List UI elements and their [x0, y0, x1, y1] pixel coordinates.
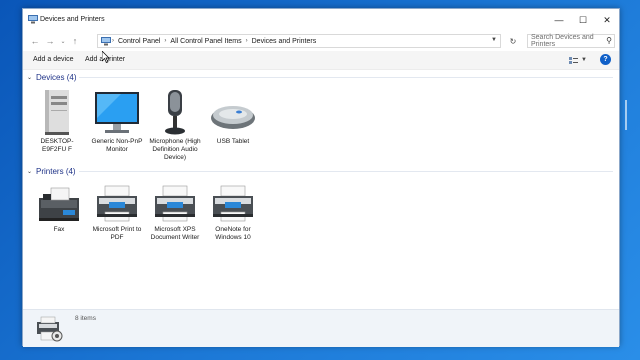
device-item[interactable]: DESKTOP-E9F2FU F — [29, 88, 85, 154]
search-icon: ⚲ — [606, 36, 612, 45]
printer-label: Microsoft XPS Document Writer — [150, 226, 200, 241]
help-icon: ? — [603, 56, 608, 63]
command-bar: Add a device Add a printer ▼ ? — [23, 51, 619, 70]
desktop-edge — [625, 100, 627, 130]
group-divider — [79, 171, 613, 172]
devices-group-header[interactable]: ⌄ Devices (4) — [27, 72, 76, 82]
item-count: 8 items — [75, 315, 96, 322]
view-icon — [569, 56, 578, 64]
group-divider — [79, 77, 613, 78]
device-label: DESKTOP-E9F2FU F — [40, 138, 74, 153]
printer-icon — [155, 185, 195, 222]
device-label: USB Tablet — [216, 138, 250, 145]
address-bar[interactable]: › Control Panel › All Control Panel Item… — [97, 34, 501, 48]
printer-label: Fax — [53, 226, 65, 233]
mouse-icon — [211, 106, 255, 129]
content-area: ⌄ Devices (4) DESKTOP-E9F2FU F Generic N… — [23, 70, 619, 308]
devices-printers-icon — [37, 316, 63, 342]
refresh-button[interactable]: ↻ — [506, 34, 520, 48]
search-input[interactable]: Search Devices and Printers ⚲ — [527, 34, 615, 48]
minimize-button[interactable]: — — [547, 9, 571, 31]
chevron-down-icon: ▼ — [581, 57, 587, 63]
printers-group-header[interactable]: ⌄ Printers (4) — [27, 166, 76, 176]
title-bar: Devices and Printers — ☐ ✕ — [23, 9, 619, 31]
help-button[interactable]: ? — [600, 54, 611, 65]
maximize-button[interactable]: ☐ — [571, 9, 595, 31]
computer-tower-icon — [45, 90, 69, 135]
device-label: Microphone (High Definition Audio Device… — [149, 138, 201, 161]
window-title: Devices and Printers — [40, 16, 105, 23]
search-placeholder: Search Devices and Printers — [531, 34, 594, 48]
device-item[interactable]: USB Tablet — [205, 88, 261, 146]
details-pane: 8 items — [23, 309, 619, 347]
back-button[interactable]: ← — [29, 35, 41, 47]
printer-item[interactable]: Microsoft XPS Document Writer — [147, 184, 203, 242]
breadcrumb-all-items[interactable]: All Control Panel Items — [167, 38, 244, 45]
fax-icon — [39, 187, 79, 221]
control-panel-icon — [28, 15, 38, 24]
monitor-icon — [95, 92, 139, 133]
navigation-bar: ← → ⌄ ↑ › Control Panel › All Control Pa… — [23, 31, 619, 51]
printer-item[interactable]: Microsoft Print to PDF — [89, 184, 145, 242]
chevron-down-icon: ⌄ — [27, 168, 33, 175]
printer-label: Microsoft Print to PDF — [92, 226, 142, 241]
recent-locations-button[interactable]: ⌄ — [57, 35, 69, 47]
printers-group-label: Printers (4) — [36, 166, 76, 176]
printer-icon — [213, 185, 253, 222]
printer-icon — [97, 185, 137, 222]
microphone-icon — [165, 90, 185, 135]
devices-group-label: Devices (4) — [36, 72, 77, 82]
devices-printers-window: Devices and Printers — ☐ ✕ ← → ⌄ ↑ › Con… — [22, 8, 620, 347]
forward-button[interactable]: → — [44, 35, 56, 47]
address-dropdown-icon[interactable]: ▼ — [491, 37, 497, 43]
left-arrow-icon: ← — [30, 36, 40, 46]
chevron-down-icon: ⌄ — [60, 38, 66, 45]
change-view-button[interactable]: ▼ — [569, 55, 591, 65]
chevron-down-icon: ⌄ — [27, 74, 33, 81]
close-button[interactable]: ✕ — [595, 9, 619, 31]
device-label: Generic Non-PnP Monitor — [91, 138, 143, 153]
device-item[interactable]: Microphone (High Definition Audio Device… — [147, 88, 203, 162]
printer-item[interactable]: OneNote for Windows 10 — [205, 184, 261, 242]
up-arrow-icon: ↑ — [72, 36, 78, 46]
printer-item[interactable]: Fax — [31, 184, 87, 234]
control-panel-icon — [101, 36, 111, 45]
breadcrumb-control-panel[interactable]: Control Panel — [115, 38, 163, 45]
breadcrumb-devices-printers[interactable]: Devices and Printers — [249, 38, 320, 45]
add-device-button[interactable]: Add a device — [33, 56, 73, 63]
device-item[interactable]: Generic Non-PnP Monitor — [89, 88, 145, 154]
mouse-cursor-icon — [102, 51, 110, 63]
up-button[interactable]: ↑ — [69, 35, 81, 47]
refresh-icon: ↻ — [509, 36, 517, 46]
printer-label: OneNote for Windows 10 — [215, 226, 251, 241]
right-arrow-icon: → — [45, 36, 55, 46]
